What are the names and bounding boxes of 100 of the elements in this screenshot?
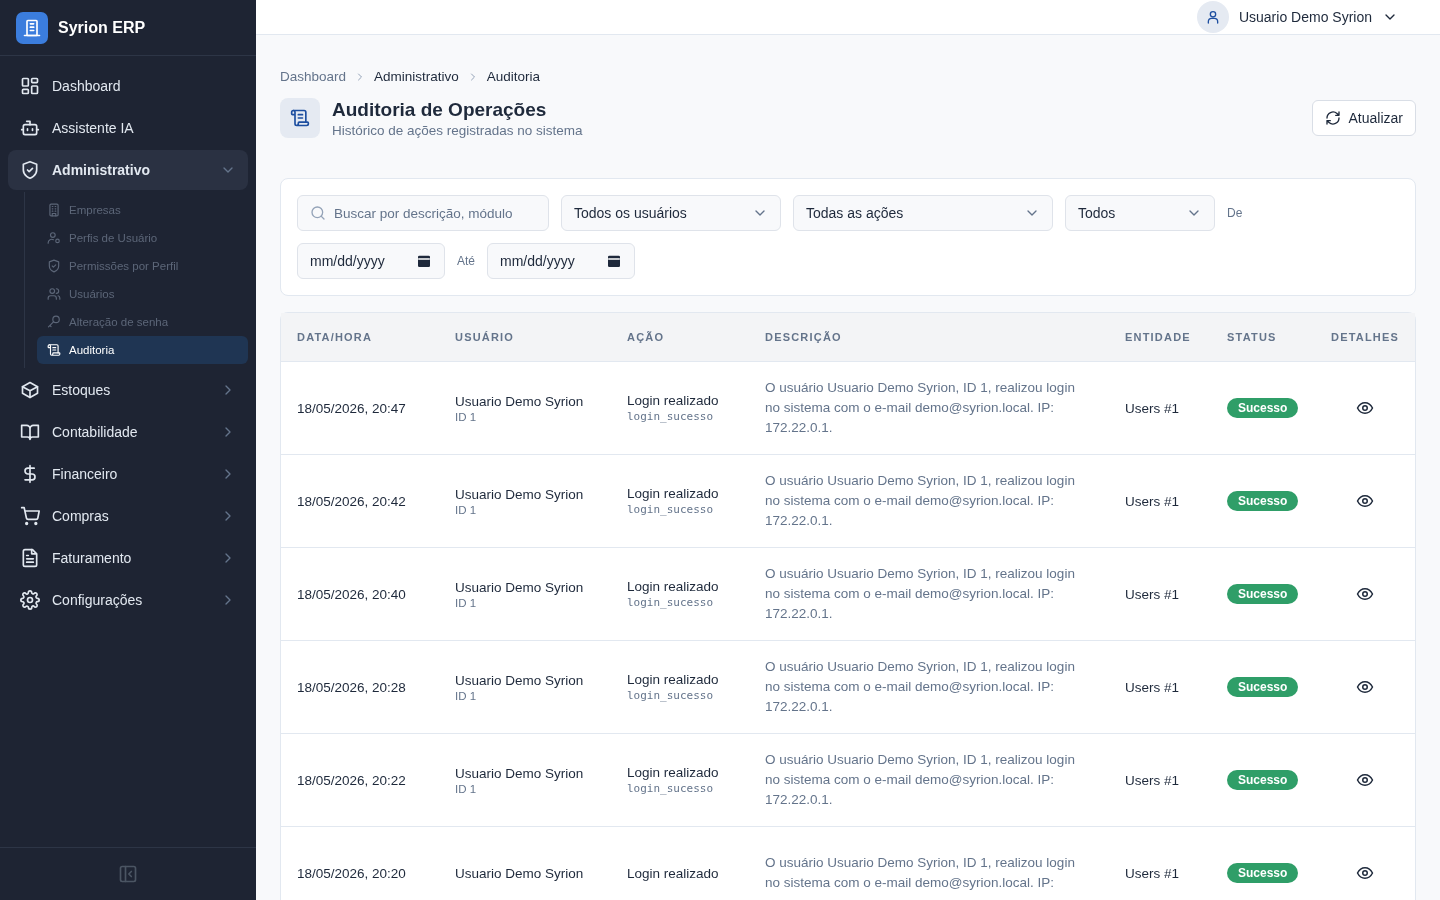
- dropdown[interactable]: Todos: [1065, 195, 1215, 231]
- user-menu[interactable]: Usuario Demo Syrion: [1190, 0, 1404, 34]
- user-id: ID 1: [455, 596, 478, 609]
- shield-icon: [47, 259, 61, 273]
- date-field[interactable]: mm/dd/yyyy: [487, 243, 635, 279]
- view-details-button[interactable]: [1356, 585, 1374, 603]
- sidebar-item[interactable]: Administrativo: [8, 150, 248, 190]
- sidebar-item[interactable]: Estoques: [8, 370, 248, 410]
- datetime-cell: 18/05/2026, 20:42: [297, 493, 406, 509]
- eye-icon: [1356, 585, 1374, 603]
- refresh-icon: [1324, 110, 1341, 126]
- breadcrumb-item[interactable]: Dashboard: [280, 69, 347, 84]
- grid-icon: [20, 76, 40, 96]
- date-field[interactable]: mm/dd/yyyy: [297, 243, 445, 279]
- column-header: DATA/HORA: [281, 313, 439, 362]
- action-code: login_sucesso: [627, 596, 715, 609]
- entity-cell: Users #1: [1125, 772, 1180, 788]
- search-field[interactable]: Buscar por descrição, módulo: [297, 195, 549, 231]
- eye-icon: [1356, 771, 1374, 789]
- user-id: ID 1: [455, 410, 478, 423]
- user-name: Usuario Demo Syrion: [455, 865, 585, 881]
- view-details-button[interactable]: [1356, 864, 1374, 882]
- column-header: DETALHES: [1315, 313, 1415, 362]
- sidebar-item[interactable]: Assistente IA: [8, 108, 248, 148]
- view-details-button[interactable]: [1356, 492, 1374, 510]
- shield-check-icon: [20, 160, 40, 180]
- action-name: Login realizado: [627, 486, 720, 501]
- entity-cell: Users #1: [1125, 679, 1180, 695]
- view-details-button[interactable]: [1356, 678, 1374, 696]
- users-icon: [47, 287, 61, 301]
- datetime-cell: 18/05/2026, 20:20: [297, 865, 406, 881]
- date-label: De: [1227, 206, 1243, 220]
- action-code: login_sucesso: [627, 503, 715, 516]
- sidebar-item[interactable]: Contabilidade: [8, 412, 248, 452]
- sidebar-item[interactable]: Faturamento: [8, 538, 248, 578]
- column-header: DESCRIÇÃO: [749, 313, 1109, 362]
- description-cell-text: O usuário Usuario Demo Syrion, ID 1, realizou login no sistema com o e-mail demo@syrion.local. IP: 172.22.0.1.: [765, 472, 1076, 530]
- refresh-button[interactable]: Atualizar: [1311, 100, 1416, 136]
- column-header: USUÁRIO: [439, 313, 611, 362]
- eye-icon: [1356, 492, 1374, 510]
- collapse-sidebar-icon: [118, 864, 138, 884]
- status-badge: Sucesso: [1227, 677, 1299, 697]
- user-id: ID 1: [455, 782, 478, 795]
- date-label: Até: [457, 254, 475, 268]
- entity-cell: Users #1: [1125, 865, 1180, 881]
- user-name: Usuario Demo Syrion: [455, 765, 585, 781]
- description-cell-text: O usuário Usuario Demo Syrion, ID 1, realizou login no sistema com o e-mail demo@syrion.local. IP: 172.22.0.1.: [765, 379, 1076, 437]
- description-cell-text: O usuário Usuario Demo Syrion, ID 1, realizou login no sistema com o e-mail demo@syrion.local. IP: 172.22.0.1.: [765, 751, 1076, 809]
- cart-icon: [20, 506, 40, 526]
- dropdown[interactable]: Todos os usuários: [561, 195, 781, 231]
- user-id: ID 1: [455, 503, 478, 516]
- action-code: login_sucesso: [627, 782, 715, 795]
- status-badge: Sucesso: [1227, 863, 1299, 883]
- breadcrumb-item[interactable]: Administrativo: [374, 69, 459, 84]
- page-title: Auditoria de Operações: [332, 98, 548, 121]
- robot-icon: [20, 118, 40, 138]
- description-cell-text: O usuário Usuario Demo Syrion, ID 1, realizou login no sistema com o e-mail demo@syrion.local. IP: 172.22.0.1.: [765, 565, 1076, 623]
- building-icon: [47, 203, 61, 217]
- action-name: Login realizado: [627, 672, 720, 687]
- action-name: Login realizado: [627, 393, 720, 408]
- calendar-icon: [606, 253, 622, 269]
- sidebar-item[interactable]: Compras: [8, 496, 248, 536]
- user-name: Usuario Demo Syrion: [455, 672, 585, 688]
- column-header: AÇÃO: [611, 313, 749, 362]
- column-header: STATUS: [1211, 313, 1315, 362]
- view-details-button[interactable]: [1356, 771, 1374, 789]
- entity-cell: Users #1: [1125, 400, 1180, 416]
- book-icon: [20, 422, 40, 442]
- sidebar-item[interactable]: Financeiro: [8, 454, 248, 494]
- scroll-icon: [290, 108, 310, 128]
- datetime-cell: 18/05/2026, 20:47: [297, 400, 406, 416]
- action-code: login_sucesso: [627, 689, 715, 702]
- eye-icon: [1356, 864, 1374, 882]
- submenu-item[interactable]: Auditoria: [37, 336, 248, 364]
- eye-icon: [1356, 678, 1374, 696]
- sidebar-item[interactable]: Configurações: [8, 580, 248, 620]
- building-icon: [22, 17, 42, 38]
- scroll-icon: [47, 343, 61, 357]
- status-badge: Sucesso: [1227, 584, 1299, 604]
- user-id: ID 1: [455, 689, 478, 702]
- datetime-cell: 18/05/2026, 20:40: [297, 586, 406, 602]
- user-name: Usuario Demo Syrion: [455, 579, 585, 595]
- status-badge: Sucesso: [1227, 770, 1299, 790]
- calendar-icon: [416, 253, 432, 269]
- status-badge: Sucesso: [1227, 398, 1299, 418]
- view-details-button[interactable]: [1356, 399, 1374, 417]
- dropdown[interactable]: Todas as ações: [793, 195, 1053, 231]
- eye-icon: [1356, 399, 1374, 417]
- column-header: ENTIDADE: [1109, 313, 1211, 362]
- breadcrumb-item: Auditoria: [486, 69, 541, 84]
- action-name: Login realizado: [627, 579, 720, 594]
- gear-icon: [20, 590, 40, 610]
- sidebar-item[interactable]: Dashboard: [8, 66, 248, 106]
- search-icon: [310, 205, 326, 221]
- status-badge: Sucesso: [1227, 491, 1299, 511]
- key-icon: [47, 315, 61, 329]
- datetime-cell: 18/05/2026, 20:22: [297, 772, 406, 788]
- user-gear-icon: [47, 231, 61, 245]
- datetime-cell: 18/05/2026, 20:28: [297, 679, 406, 695]
- action-name: Login realizado: [627, 865, 720, 881]
